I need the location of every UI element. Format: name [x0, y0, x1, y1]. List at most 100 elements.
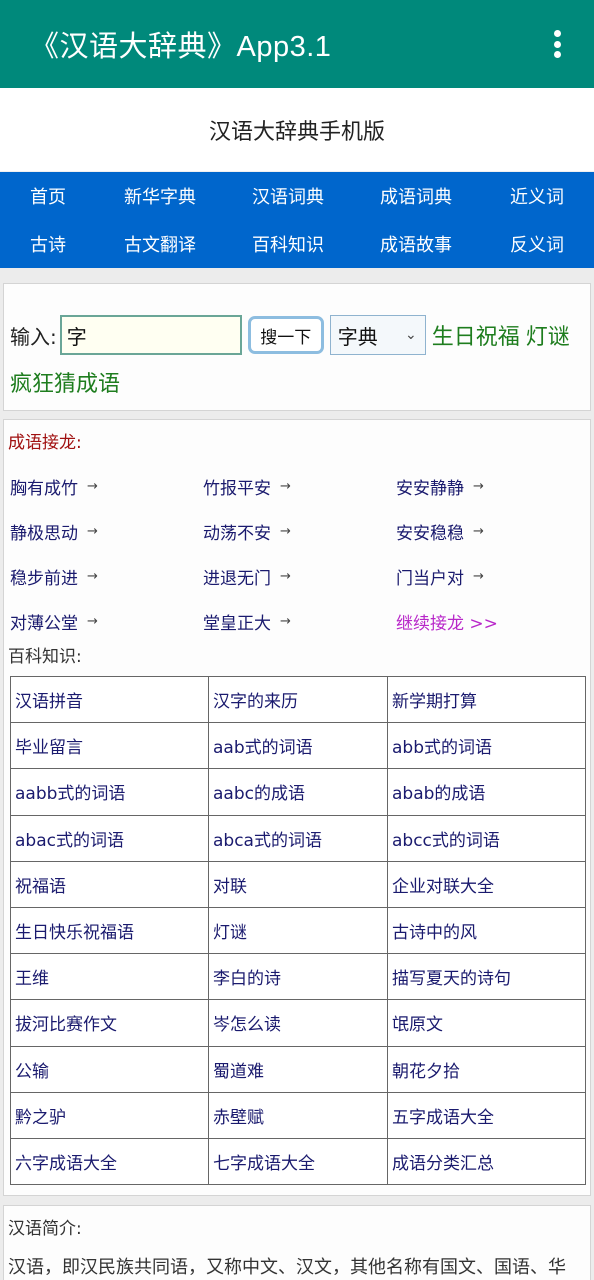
encyclopedia-link[interactable]: 汉语拼音	[15, 692, 83, 712]
more-vert-icon[interactable]	[542, 28, 572, 60]
encyclopedia-link[interactable]: 古诗中的风	[392, 923, 477, 943]
encyclopedia-link[interactable]: 朝花夕拾	[392, 1062, 460, 1082]
nav-item-synonyms[interactable]: 近义词	[480, 172, 594, 220]
encyclopedia-link[interactable]: 生日快乐祝福语	[15, 923, 134, 943]
search-input[interactable]	[59, 315, 242, 355]
encyclopedia-link[interactable]: 对联	[213, 877, 247, 897]
encyclopedia-link[interactable]: 七字成语大全	[213, 1154, 315, 1174]
chain-item-label: 胸有成竹	[10, 479, 78, 499]
encyclopedia-link[interactable]: 六字成语大全	[15, 1154, 117, 1174]
continue-chain-link[interactable]: 继续接龙 >>	[394, 599, 584, 644]
chain-item-label: 动荡不安	[203, 524, 271, 544]
table-cell: 描写夏天的诗句	[387, 953, 586, 1001]
table-row: 公输 蜀道难 朝花夕拾	[10, 1045, 586, 1093]
encyclopedia-link[interactable]: 拔河比赛作文	[15, 1015, 117, 1035]
table-row: aabb式的词语 aabc的成语 abab的成语	[10, 768, 586, 816]
chain-item[interactable]: 安安静静 →	[394, 464, 584, 509]
table-cell: 朝花夕拾	[387, 1045, 586, 1093]
table-cell: 祝福语	[10, 860, 209, 908]
encyclopedia-link[interactable]: 汉字的来历	[213, 692, 298, 712]
encyclopedia-link[interactable]: 黔之驴	[15, 1108, 66, 1128]
encyclopedia-link[interactable]: 岑怎么读	[213, 1015, 281, 1035]
table-row: 生日快乐祝福语 灯谜 古诗中的风	[10, 906, 586, 955]
chain-item-label: 对薄公堂	[10, 614, 78, 634]
arrow-right-icon: →	[280, 524, 291, 539]
nav-item-antonyms[interactable]: 反义词	[480, 220, 594, 268]
encyclopedia-link[interactable]: abac式的词语	[15, 831, 124, 851]
chain-item[interactable]: 竹报平安 →	[201, 464, 394, 509]
chain-item[interactable]: 稳步前进 →	[8, 554, 201, 599]
link-birthday-wishes[interactable]: 生日祝福	[432, 319, 520, 351]
table-cell: 王维	[10, 953, 209, 1001]
chain-item[interactable]: 对薄公堂 →	[8, 599, 201, 644]
table-cell: abb式的词语	[387, 722, 586, 770]
encyclopedia-link[interactable]: 公输	[15, 1062, 49, 1082]
chain-item[interactable]: 进退无门 →	[201, 554, 394, 599]
encyclopedia-link[interactable]: 新学期打算	[392, 692, 477, 712]
arrow-right-icon: →	[87, 569, 98, 584]
encyclopedia-link[interactable]: aab式的词语	[213, 738, 313, 758]
arrow-right-icon: →	[473, 569, 484, 584]
encyclopedia-link[interactable]: aabb式的词语	[15, 784, 125, 804]
chain-item[interactable]: 安安稳稳 →	[394, 509, 584, 554]
arrow-right-icon: →	[87, 614, 98, 629]
table-cell: 蜀道难	[208, 1045, 388, 1093]
encyclopedia-link[interactable]: abcc式的词语	[392, 831, 500, 851]
encyclopedia-link[interactable]: aabc的成语	[213, 784, 305, 804]
table-cell: 灯谜	[208, 906, 388, 955]
intro-text: 汉语，即汉民族共同语，又称中文、汉文，其他名称有国文、国语、华	[8, 1257, 566, 1279]
nav-item-xinhua-dict[interactable]: 新华字典	[96, 172, 224, 220]
table-cell: 氓原文	[387, 999, 586, 1047]
table-cell: abcc式的词语	[387, 814, 586, 862]
search-panel: 输入: 搜一下 字典 ⌄ 生日祝福 灯谜 疯狂猜成语	[3, 283, 591, 411]
main-nav: 首页 新华字典 汉语词典 成语词典 近义词 古诗 古文翻译 百科知识 成语故事 …	[0, 172, 594, 268]
encyclopedia-link[interactable]: abb式的词语	[392, 738, 492, 758]
table-cell: 新学期打算	[387, 675, 586, 724]
encyclopedia-link[interactable]: 企业对联大全	[392, 877, 494, 897]
chain-item-label: 安安稳稳	[396, 524, 464, 544]
chain-item[interactable]: 门当户对 →	[394, 554, 584, 599]
table-cell: 六字成语大全	[10, 1137, 209, 1186]
encyclopedia-link[interactable]: 灯谜	[213, 923, 247, 943]
encyclopedia-link[interactable]: 蜀道难	[213, 1062, 264, 1082]
encyclopedia-link[interactable]: 描写夏天的诗句	[392, 969, 511, 989]
chain-item[interactable]: 静极思动 →	[8, 509, 201, 554]
link-guess-idiom[interactable]: 疯狂猜成语	[10, 372, 120, 397]
chain-item[interactable]: 堂皇正大 →	[201, 599, 394, 644]
nav-item-chinese-dict[interactable]: 汉语词典	[224, 172, 352, 220]
encyclopedia-link[interactable]: abca式的词语	[213, 831, 322, 851]
table-cell: 成语分类汇总	[387, 1137, 586, 1186]
table-cell: 黔之驴	[10, 1091, 209, 1139]
nav-item-idiom-dict[interactable]: 成语词典	[352, 172, 480, 220]
nav-item-home[interactable]: 首页	[0, 172, 96, 220]
table-cell: 对联	[208, 860, 388, 908]
chain-item[interactable]: 动荡不安 →	[201, 509, 394, 554]
idiom-chain-grid: 胸有成竹 → 竹报平安 → 安安静静 → 静极思动 → 动荡不安 → 安安稳稳 → 稳步前进…	[8, 464, 586, 644]
encyclopedia-link[interactable]: 赤壁赋	[213, 1108, 264, 1128]
encyclopedia-link[interactable]: abab的成语	[392, 784, 485, 804]
encyclopedia-link[interactable]: 成语分类汇总	[392, 1154, 494, 1174]
arrow-right-icon: →	[280, 479, 291, 494]
encyclopedia-link[interactable]: 毕业留言	[15, 738, 83, 758]
encyclopedia-link[interactable]: 王维	[15, 969, 49, 989]
nav-item-encyclopedia[interactable]: 百科知识	[224, 220, 352, 268]
link-riddles[interactable]: 灯谜	[526, 319, 570, 351]
idiom-chain-title: 成语接龙:	[8, 433, 82, 453]
table-cell: 赤壁赋	[208, 1091, 388, 1139]
encyclopedia-link[interactable]: 李白的诗	[213, 969, 281, 989]
arrow-right-icon: →	[87, 524, 98, 539]
chain-item-label: 安安静静	[396, 479, 464, 499]
chain-item[interactable]: 胸有成竹 →	[8, 464, 201, 509]
search-type-select[interactable]: 字典 ⌄	[329, 315, 426, 355]
arrow-right-icon: →	[280, 569, 291, 584]
table-cell: 五字成语大全	[387, 1091, 586, 1139]
table-row: 祝福语 对联 企业对联大全	[10, 860, 586, 908]
nav-item-idiom-stories[interactable]: 成语故事	[352, 220, 480, 268]
nav-item-classical-translation[interactable]: 古文翻译	[96, 220, 224, 268]
nav-item-ancient-poems[interactable]: 古诗	[0, 220, 96, 268]
encyclopedia-link[interactable]: 祝福语	[15, 877, 66, 897]
encyclopedia-link[interactable]: 氓原文	[392, 1015, 443, 1035]
search-button[interactable]: 搜一下	[247, 316, 324, 354]
encyclopedia-link[interactable]: 五字成语大全	[392, 1108, 494, 1128]
table-cell: 企业对联大全	[387, 860, 586, 908]
